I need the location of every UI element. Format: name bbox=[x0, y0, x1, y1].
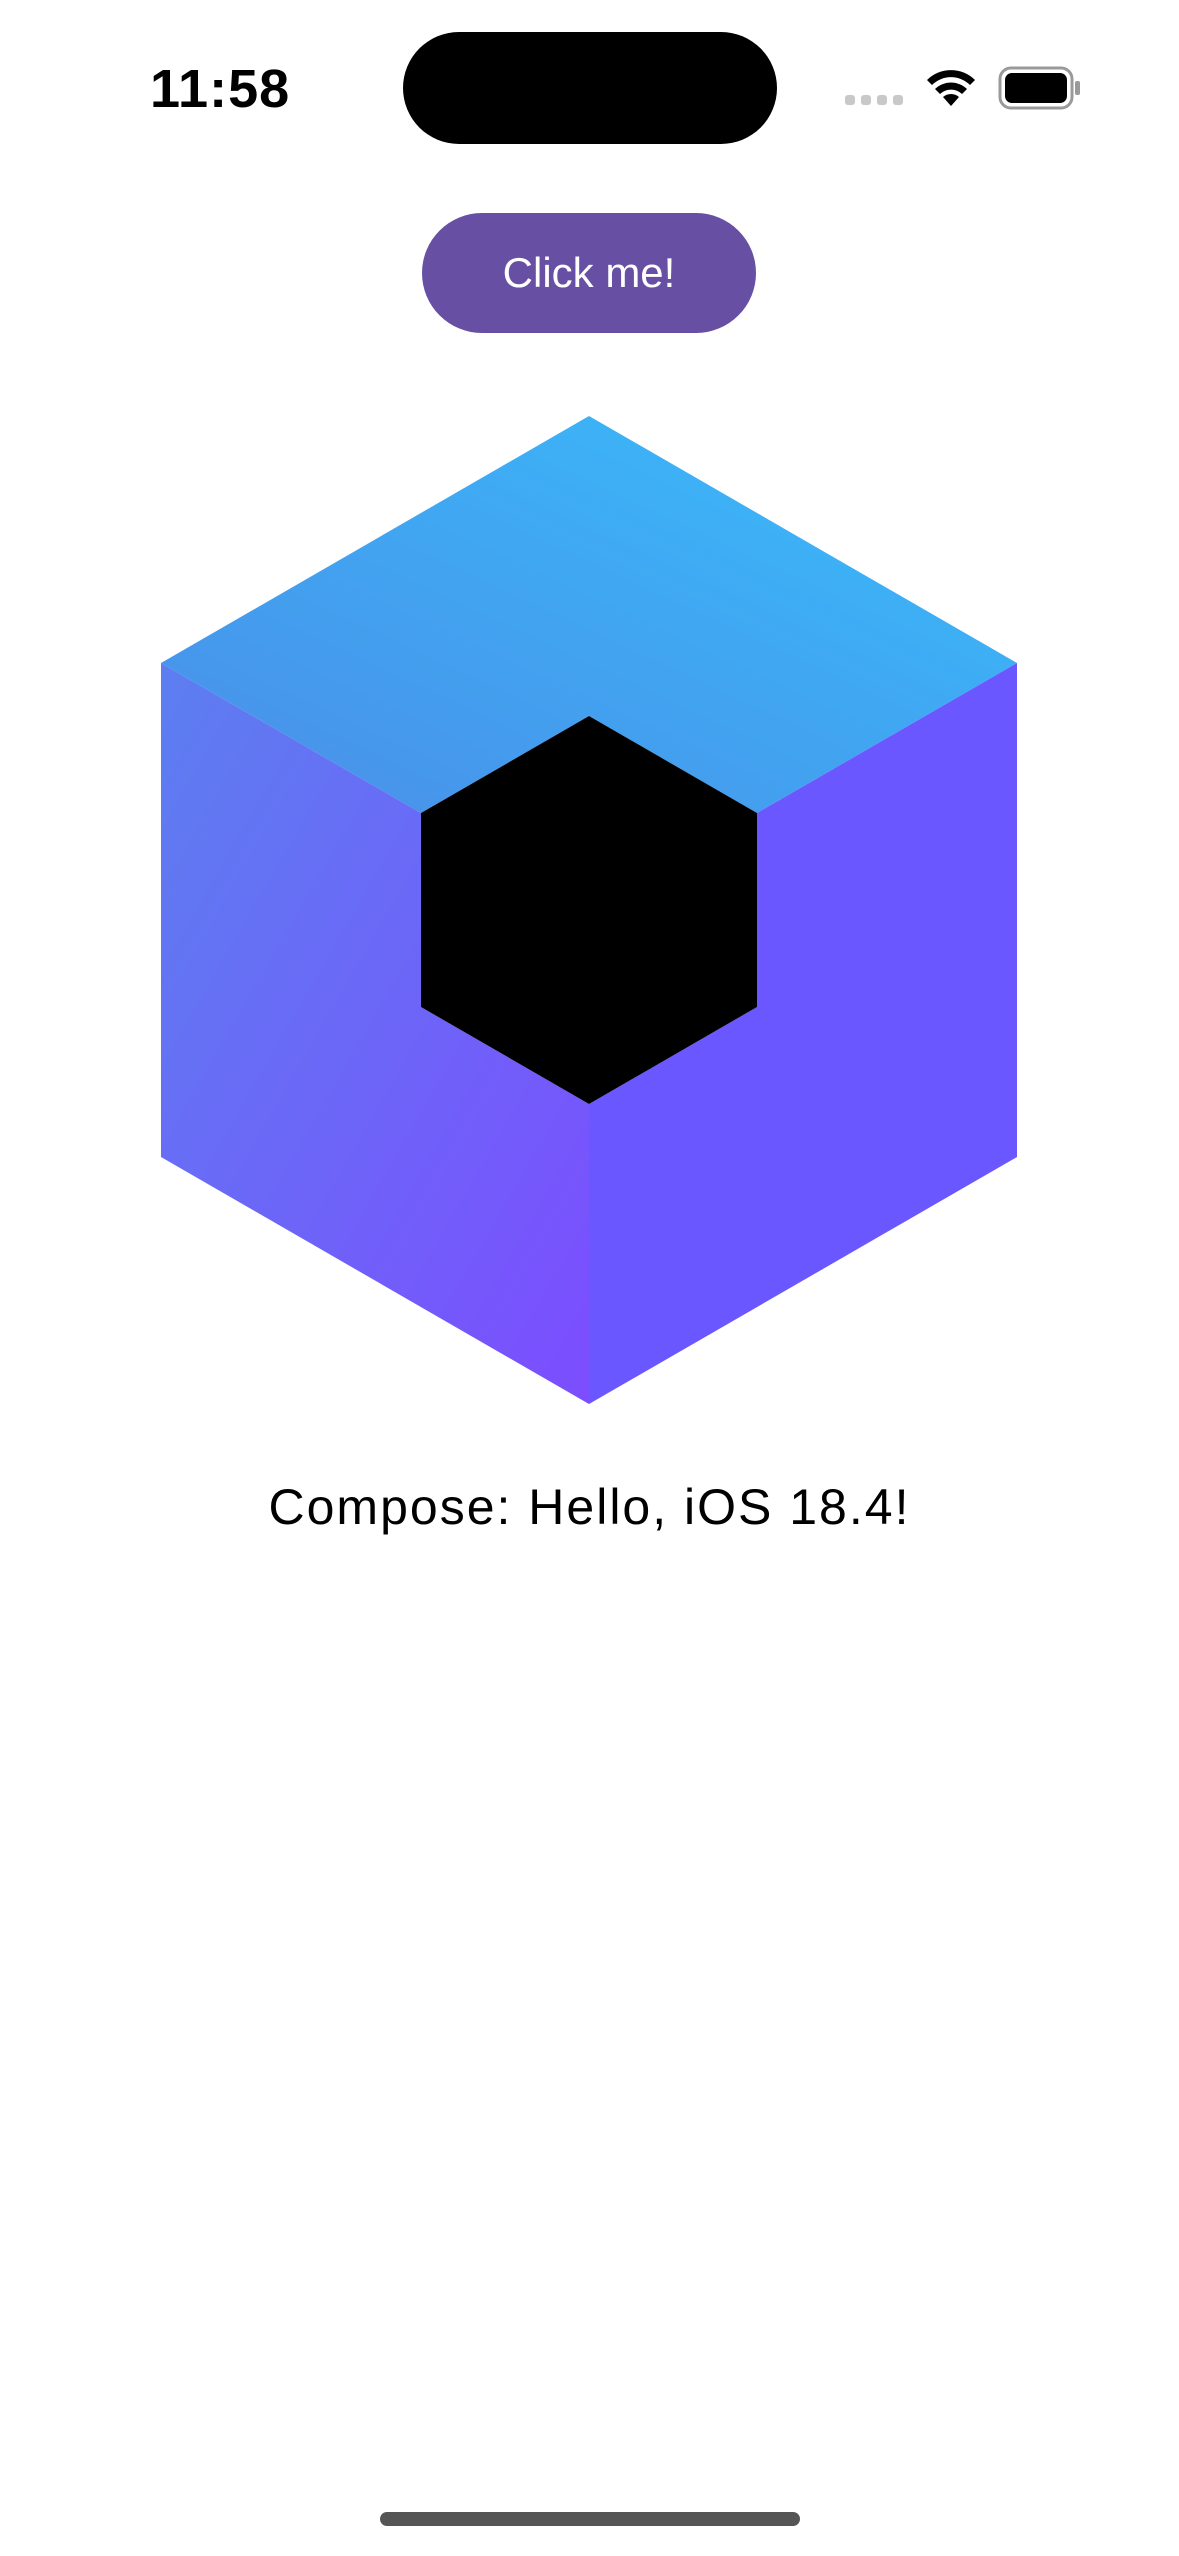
greeting-text: Compose: Hello, iOS 18.4! bbox=[268, 1479, 911, 1535]
home-indicator[interactable] bbox=[380, 2512, 800, 2526]
compose-logo-icon bbox=[161, 416, 1017, 1404]
